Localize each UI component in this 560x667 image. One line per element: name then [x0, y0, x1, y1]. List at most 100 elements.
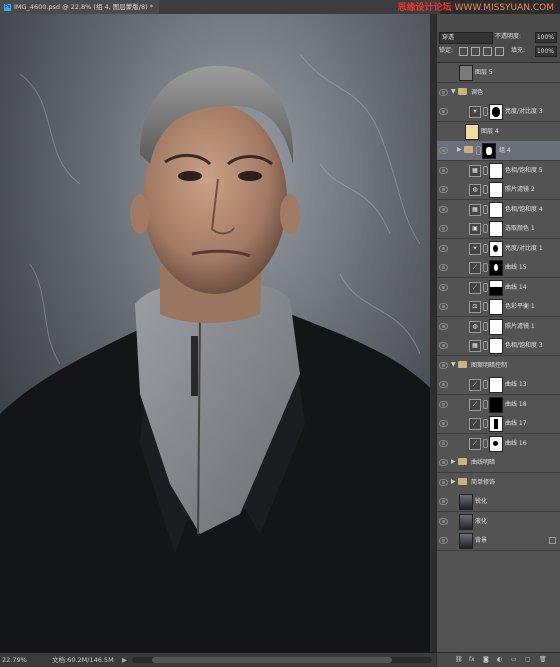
layer-row[interactable]: ◍ 照片滤镜 1 [437, 317, 560, 337]
visibility-eye-icon[interactable] [439, 537, 448, 544]
folder-icon [458, 478, 467, 485]
layer-row[interactable]: ▶ 简单修饰 [437, 473, 560, 493]
visibility-eye-icon[interactable] [439, 518, 448, 525]
status-menu-arrow[interactable]: ▶ [122, 653, 127, 667]
layer-style-icon[interactable]: fx [469, 656, 475, 663]
layer-row[interactable]: 液化 [437, 512, 560, 532]
lock-image-icon[interactable] [471, 47, 480, 56]
expand-open-icon[interactable]: ▼ [451, 361, 456, 368]
new-group-icon[interactable]: ▭ [511, 656, 517, 663]
expand-closed-icon[interactable]: ▶ [457, 146, 462, 153]
visibility-eye-icon[interactable] [439, 420, 448, 427]
visibility-eye-icon[interactable] [439, 147, 448, 154]
opacity-input[interactable]: 100% [535, 32, 557, 43]
layer-row[interactable]: ▦ 色相/饱和度 4 [437, 200, 560, 220]
layer-row[interactable]: ⟋ 曲线 14 [437, 278, 560, 298]
delete-layer-icon[interactable]: 🗑 [539, 656, 547, 663]
layer-mask-thumbnail[interactable] [489, 221, 503, 237]
layer-mask-thumbnail[interactable] [482, 143, 496, 159]
layer-row[interactable]: ⟋ 曲线 18 [437, 395, 560, 415]
expand-open-icon[interactable]: ▼ [451, 88, 456, 95]
layer-mask-thumbnail[interactable] [489, 319, 503, 335]
layer-name: 图案明暗控制 [471, 362, 508, 369]
visibility-eye-icon[interactable] [439, 401, 448, 408]
folder-icon [458, 458, 467, 465]
expand-closed-icon[interactable]: ▶ [451, 458, 456, 465]
fill-label: 填充: [511, 47, 526, 54]
lock-transparent-icon[interactable] [459, 47, 468, 56]
lock-all-icon[interactable] [495, 47, 504, 56]
layer-mask-thumbnail[interactable] [489, 338, 503, 354]
visibility-eye-icon[interactable] [439, 225, 448, 232]
layer-row[interactable]: ⟋ 曲线 15 [437, 258, 560, 278]
layer-row[interactable]: ▶ 组 4 [437, 141, 560, 161]
lock-position-icon[interactable] [483, 47, 492, 56]
visibility-eye-icon[interactable] [439, 167, 448, 174]
layer-row[interactable]: ◍ 照片滤镜 2 [437, 180, 560, 200]
new-layer-icon[interactable]: ▢ [525, 656, 531, 663]
visibility-eye-icon[interactable] [439, 323, 448, 330]
layer-name: 色相/饱和度 4 [505, 206, 543, 213]
visibility-eye-icon[interactable] [439, 440, 448, 447]
visibility-eye-icon[interactable] [439, 89, 448, 96]
layer-row[interactable]: 图层 4 [437, 122, 560, 142]
link-layers-icon[interactable]: ⛓ [455, 656, 463, 663]
layer-row[interactable]: ▶ 曲线明暗 [437, 453, 560, 473]
expand-closed-icon[interactable]: ▶ [451, 478, 456, 485]
zoom-level[interactable]: 22.79% [2, 653, 27, 667]
layer-row[interactable]: 图层 5 [437, 63, 560, 83]
visibility-eye-icon[interactable] [439, 264, 448, 271]
layer-row[interactable]: ⚖ 色彩平衡 1 [437, 297, 560, 317]
layer-row[interactable]: ▼ 图案明暗控制 [437, 356, 560, 376]
layer-mask-thumbnail[interactable] [489, 377, 503, 393]
canvas-vertical-scrollbar[interactable] [430, 14, 436, 652]
layer-name: 调色 [471, 89, 484, 96]
visibility-eye-icon[interactable] [439, 459, 448, 466]
visibility-eye-icon[interactable] [439, 186, 448, 193]
layer-row[interactable]: ⟋ 曲线 13 [437, 375, 560, 395]
visibility-eye-icon[interactable] [439, 245, 448, 252]
mask-link-icon [483, 439, 488, 448]
visibility-eye-icon[interactable] [439, 381, 448, 388]
visibility-eye-icon[interactable] [439, 498, 448, 505]
visibility-eye-icon[interactable] [439, 108, 448, 115]
layer-row[interactable]: ⟋ 曲线 17 [437, 414, 560, 434]
layer-row[interactable]: ⟋ 曲线 16 [437, 434, 560, 454]
document-tab[interactable]: Ps IMG_4600.psd @ 22.8% (组 4, 图层蒙版/8) * [0, 0, 159, 14]
visibility-eye-icon[interactable] [439, 342, 448, 349]
layer-mask-thumbnail[interactable] [489, 397, 503, 413]
add-mask-icon[interactable]: ◙ [483, 656, 489, 663]
blend-mode-select[interactable]: 穿透 [439, 32, 493, 44]
visibility-eye-icon[interactable] [439, 303, 448, 310]
visibility-eye-icon[interactable] [439, 479, 448, 486]
layer-row[interactable]: ▦ 色相/饱和度 3 [437, 336, 560, 356]
layer-row[interactable]: ▣ 选取颜色 1 [437, 219, 560, 239]
layer-mask-thumbnail[interactable] [489, 202, 503, 218]
adjustment-layer-icon[interactable]: ◐ [497, 656, 502, 663]
layer-row[interactable]: ☀ 亮度/对比度 1 [437, 239, 560, 259]
layer-mask-thumbnail[interactable] [489, 104, 503, 120]
canvas-horizontal-scrollbar[interactable] [132, 657, 432, 663]
layer-mask-thumbnail[interactable] [489, 182, 503, 198]
layer-name: 亮度/对比度 1 [505, 245, 543, 252]
layer-row[interactable]: ▼ 调色 [437, 83, 560, 103]
layer-row[interactable]: ☀ 亮度/对比度 3 [437, 102, 560, 122]
layer-mask-thumbnail[interactable] [489, 299, 503, 315]
layer-row[interactable]: 背景 [437, 531, 560, 551]
layer-mask-thumbnail[interactable] [489, 260, 503, 276]
layer-row[interactable]: 锐化 [437, 492, 560, 512]
layer-mask-thumbnail[interactable] [489, 163, 503, 179]
scrollbar-thumb[interactable] [152, 657, 392, 663]
visibility-eye-icon[interactable] [439, 206, 448, 213]
visibility-eye-icon[interactable] [439, 284, 448, 291]
visibility-eye-icon[interactable] [439, 362, 448, 369]
layer-mask-thumbnail[interactable] [489, 436, 503, 452]
image-canvas[interactable] [0, 14, 436, 652]
layer-row[interactable]: ▦ 色相/饱和度 5 [437, 161, 560, 181]
mask-link-icon [483, 400, 488, 409]
layer-name: 色彩平衡 1 [505, 303, 535, 310]
fill-input[interactable]: 100% [535, 46, 557, 57]
layer-mask-thumbnail[interactable] [489, 280, 503, 296]
layer-mask-thumbnail[interactable] [489, 241, 503, 257]
layer-mask-thumbnail[interactable] [489, 416, 503, 432]
